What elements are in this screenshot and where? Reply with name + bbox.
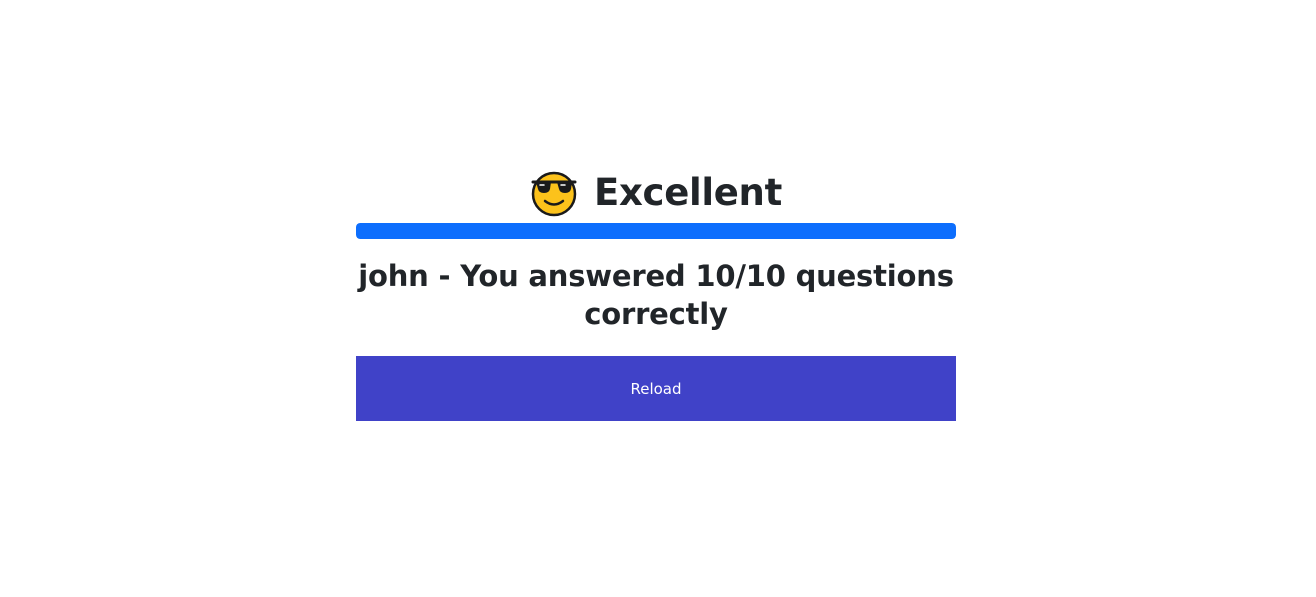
quiz-result-page: Excellent john - You answered 10/10 ques… — [0, 0, 1316, 597]
score-progress-fill — [356, 223, 956, 239]
reload-button[interactable]: Reload — [356, 356, 956, 421]
result-header: Excellent — [530, 166, 782, 220]
result-card: Excellent john - You answered 10/10 ques… — [356, 166, 956, 421]
smiling-face-with-sunglasses-icon — [531, 171, 577, 217]
score-message: john - You answered 10/10 questions corr… — [358, 259, 954, 331]
score-progress-bar — [356, 223, 956, 239]
result-title: Excellent — [594, 171, 782, 214]
